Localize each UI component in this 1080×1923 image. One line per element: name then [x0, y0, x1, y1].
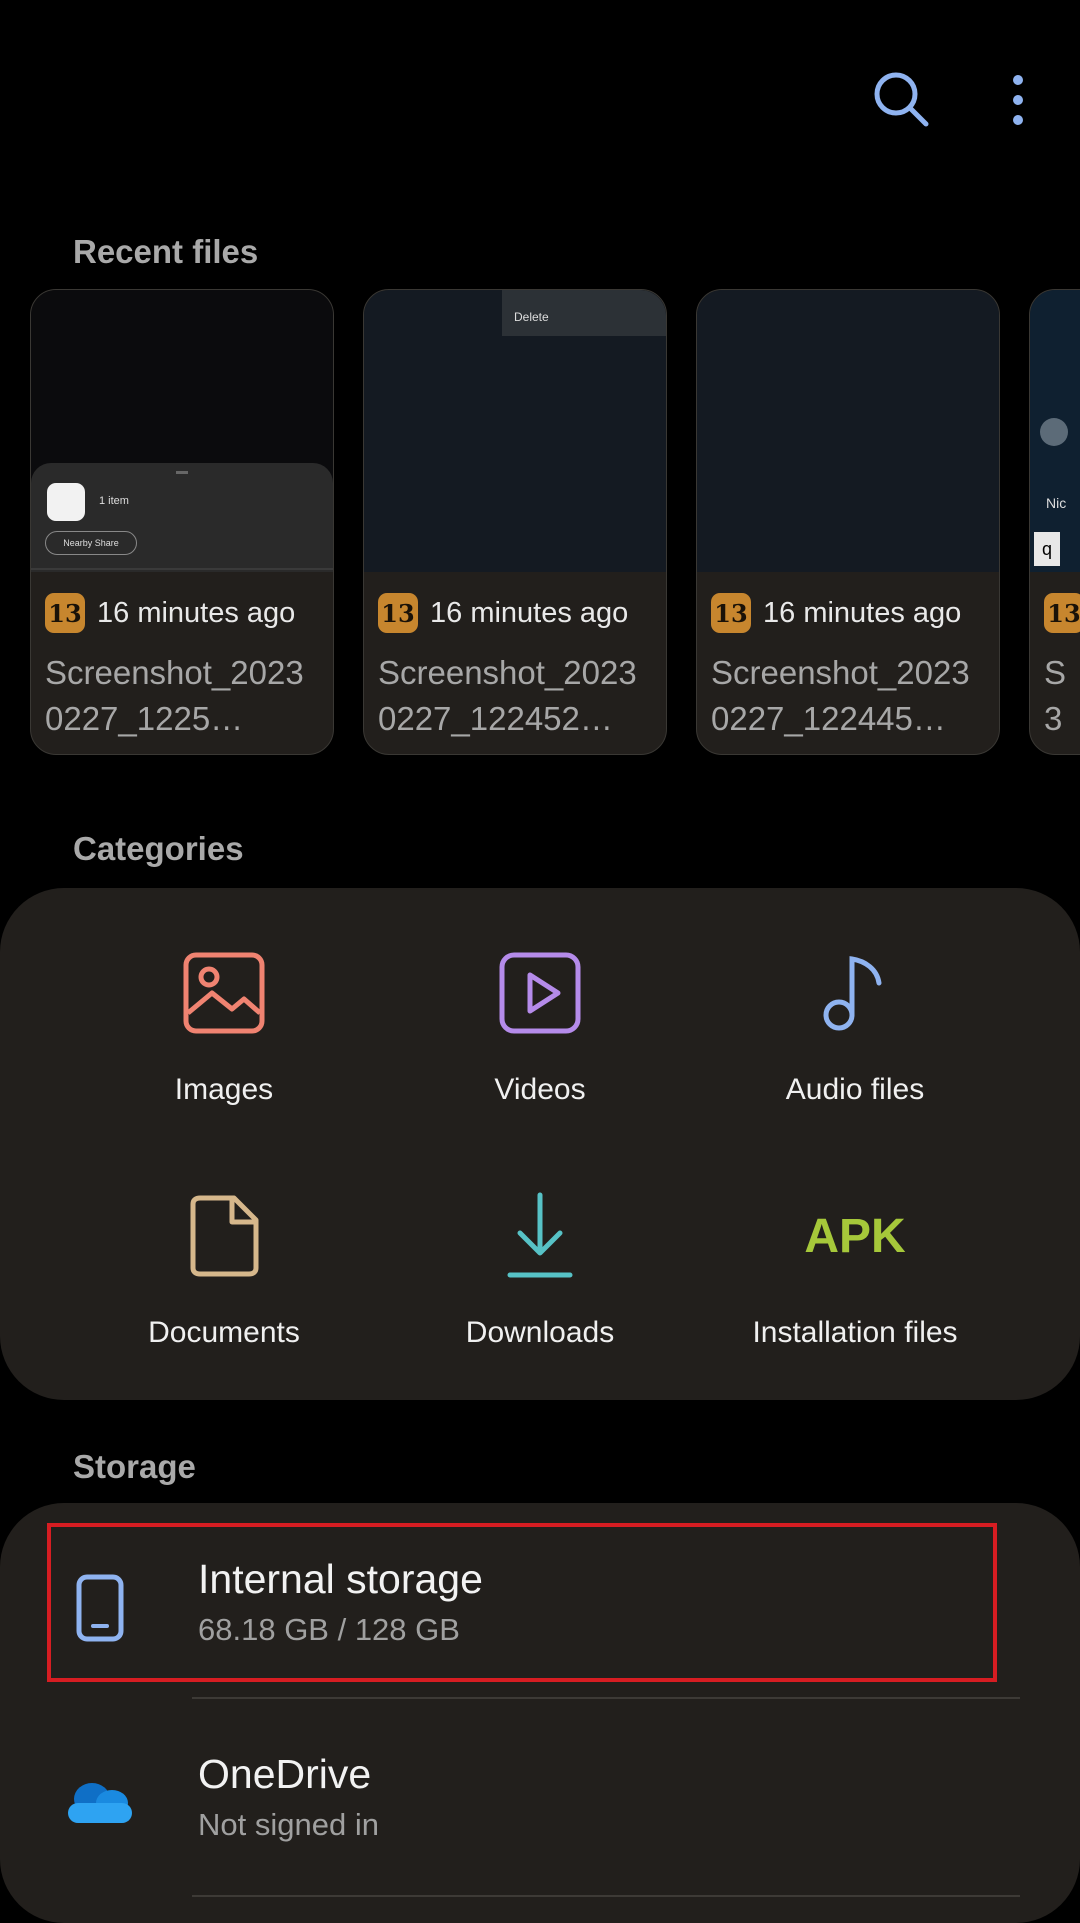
category-label: Documents: [148, 1316, 300, 1349]
divider: [192, 1895, 1020, 1897]
app-badge-icon: 13: [1044, 593, 1080, 633]
recent-files-title: Recent files: [73, 233, 259, 270]
recent-file-card[interactable]: 13 16 minutes ago Screenshot_20230227_12…: [696, 289, 1000, 755]
divider: [192, 1697, 1020, 1699]
recent-file-card[interactable]: 1 item Nearby Share 13 16 minutes ago Sc…: [30, 289, 334, 755]
onedrive-item[interactable]: OneDrive Not signed in: [0, 1723, 1080, 1883]
category-audio[interactable]: Audio files: [705, 943, 1005, 1143]
file-time: 16 minutes ago: [763, 596, 962, 629]
category-label: Images: [174, 1073, 274, 1106]
download-icon: [490, 1186, 590, 1286]
category-videos[interactable]: Videos: [390, 943, 690, 1143]
file-name: Screenshot_20230227_1225…: [45, 654, 304, 737]
thumb-text: q: [1034, 532, 1060, 566]
file-name: Screenshot_20230227_122452…: [378, 654, 637, 737]
storage-title: Storage: [73, 1448, 196, 1485]
category-downloads[interactable]: Downloads: [390, 1186, 690, 1386]
category-label: Downloads: [465, 1316, 615, 1349]
file-name: S 3: [1044, 654, 1067, 737]
file-name: Screenshot_20230227_122445…: [711, 654, 970, 737]
phone-icon: [60, 1568, 140, 1648]
search-icon[interactable]: [862, 60, 942, 140]
storage-title-text: OneDrive: [198, 1751, 372, 1797]
storage-usage: 68.18 GB / 128 GB: [198, 1612, 460, 1647]
category-installation-files[interactable]: APK Installation files: [705, 1186, 1005, 1386]
file-thumbnail: Delete: [364, 290, 666, 572]
video-icon: [490, 943, 590, 1043]
thumb-text: Nearby Share: [45, 531, 137, 555]
categories-panel: Images Videos Audio files Documents Down…: [0, 888, 1080, 1400]
category-documents[interactable]: Documents: [74, 1186, 374, 1386]
apk-icon: APK: [804, 1209, 906, 1263]
file-thumbnail: Nic q: [1030, 290, 1080, 572]
category-label: Videos: [494, 1073, 586, 1106]
recent-files-row[interactable]: 1 item Nearby Share 13 16 minutes ago Sc…: [30, 289, 1080, 755]
category-label: Installation files: [752, 1316, 958, 1349]
file-thumbnail: [697, 290, 999, 572]
music-note-icon: [805, 943, 905, 1043]
recent-file-card[interactable]: Delete 13 16 minutes ago Screenshot_2023…: [363, 289, 667, 755]
file-thumbnail: 1 item Nearby Share: [31, 290, 333, 572]
file-time: 16 minutes ago: [430, 596, 629, 629]
app-badge-icon: 13: [711, 593, 751, 633]
categories-title: Categories: [73, 830, 244, 867]
storage-title-text: Internal storage: [198, 1556, 483, 1602]
app-badge-icon: 13: [378, 593, 418, 633]
storage-status: Not signed in: [198, 1807, 379, 1842]
thumb-text: Delete: [514, 310, 549, 324]
internal-storage-item[interactable]: Internal storage 68.18 GB / 128 GB: [0, 1528, 1080, 1688]
more-options-icon[interactable]: [978, 60, 1058, 140]
file-time: 16 minutes ago: [97, 596, 296, 629]
image-icon: [174, 943, 274, 1043]
thumb-text: 1 item: [99, 495, 129, 507]
document-icon: [174, 1186, 274, 1286]
thumb-text: Nic: [1046, 495, 1067, 511]
app-badge-icon: 13: [45, 593, 85, 633]
top-bar: [780, 60, 1080, 160]
storage-panel: Internal storage 68.18 GB / 128 GB OneDr…: [0, 1503, 1080, 1923]
category-label: Audio files: [785, 1073, 925, 1106]
recent-file-card[interactable]: Nic q 13 S 3: [1029, 289, 1080, 755]
onedrive-cloud-icon: [60, 1763, 140, 1843]
category-images[interactable]: Images: [74, 943, 374, 1143]
